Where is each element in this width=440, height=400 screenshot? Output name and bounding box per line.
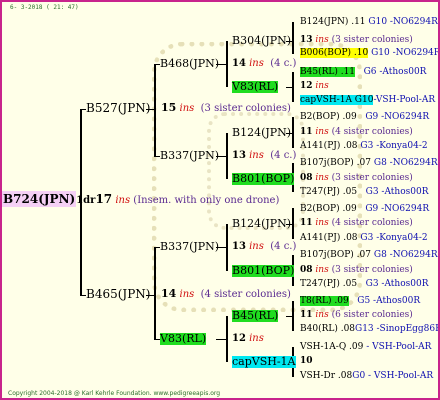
gen1-info: 15 ins (3 sister colonies) (161, 101, 291, 115)
gen4-row: T247(PJ) .05 G3 -Athos00R (300, 279, 429, 289)
gen4-row: B006(BOP) .10 G10 -NO6294R (300, 48, 440, 58)
gen4-row: 11 ins (4 sister colonies) (300, 218, 413, 228)
gen3-node: V83(RL) (232, 80, 279, 93)
gen4-row: B2(BOP) .09 G9 -NO6294R (300, 112, 430, 122)
gen4-row: 11 ins (4 sister colonies) (300, 127, 413, 137)
gen2-node: V83(RL) (160, 332, 207, 345)
gen4-row: B107j(BOP) .07 G8 -NO6294R (300, 250, 438, 260)
gen4-row: T247(PJ) .05 G3 -Athos00R (300, 187, 429, 197)
gen2-info: 12 ins (232, 333, 264, 344)
gen3-node: B124(JPN) (232, 126, 292, 139)
gen4-row: 11 ins (6 sister colonies) (300, 310, 413, 320)
gen1-node: B527(JPN) (86, 101, 151, 115)
gen3-node: B45(RL) (232, 309, 279, 322)
gen4-row: VSH-Dr .08G0 - VSH-Pool-AR (300, 371, 434, 381)
gen2-node: B468(JPN) (160, 57, 220, 70)
gen4-row: B40(RL) .08G13 -SinopEgg86R (300, 324, 440, 334)
gen3-node: B801(BOP) (232, 264, 295, 277)
gen2-info: 13 ins (4 c.) (232, 241, 297, 252)
gen4-row: VSH-1A-Q .09 - VSH-Pool-AR (300, 342, 432, 352)
gen4-row: 13 ins (3 sister colonies) (300, 35, 413, 45)
gen4-row: 10 (300, 356, 313, 366)
pedigree-frame: 6- 3-2018 ( 21: 47) B724(JPN)1dr17 ins (… (0, 0, 440, 400)
gen1-info: 14 ins (4 sister colonies) (161, 287, 291, 301)
gen2-info: 13 ins (4 c.) (232, 150, 297, 161)
timestamp: 6- 3-2018 ( 21: 47) (10, 4, 79, 11)
gen4-row: B107j(BOP) .07 G8 -NO6294R (300, 158, 438, 168)
gen3-node: B124(JPN) (232, 217, 292, 230)
root-name: B724(JPN) (2, 191, 77, 207)
gen4-row: B45(RL) .11 G6 -Athos00R (300, 67, 427, 77)
root-year: 1dr (76, 195, 96, 206)
gen1-node: B465(JPN) (86, 287, 151, 301)
gen4-row: A141(PJ) .08 G3 -Konya04-2 (300, 141, 428, 151)
footer-copyright: Copyright 2004-2018 @ Karl Kehrle Founda… (8, 390, 221, 397)
gen4-row: 08 ins (3 sister colonies) (300, 173, 413, 183)
gen3-node: B304(JPN) (232, 34, 292, 47)
gen4-row: A141(PJ) .08 G3 -Konya04-2 (300, 233, 428, 243)
gen4-row: 12 ins (300, 81, 329, 91)
root-node: B724(JPN)1dr17 ins (Insem. with only one… (2, 191, 280, 207)
gen2-info: 14 ins (4 c.) (232, 58, 297, 69)
gen3-node: B801(BOP) (232, 172, 295, 185)
gen3-node: capVSH-1A (232, 355, 296, 368)
gen4-row: 08 ins (3 sister colonies) (300, 265, 413, 275)
gen4-row: B124(JPN) .11 G10 -NO6294R (300, 17, 438, 27)
root-ins: ins (115, 195, 131, 206)
gen4-row: B2(BOP) .09 G9 -NO6294R (300, 204, 430, 214)
gen2-node: B337(JPN) (160, 149, 220, 162)
gen2-node: B337(JPN) (160, 240, 220, 253)
root-number: 17 (95, 192, 113, 206)
root-note: (Insem. with only one drone) (133, 195, 280, 206)
gen4-row: T8(RL) .09 G5 -Athos00R (300, 296, 421, 306)
gen4-row: capVSH-1A G10-VSH-Pool-AR (300, 95, 436, 105)
